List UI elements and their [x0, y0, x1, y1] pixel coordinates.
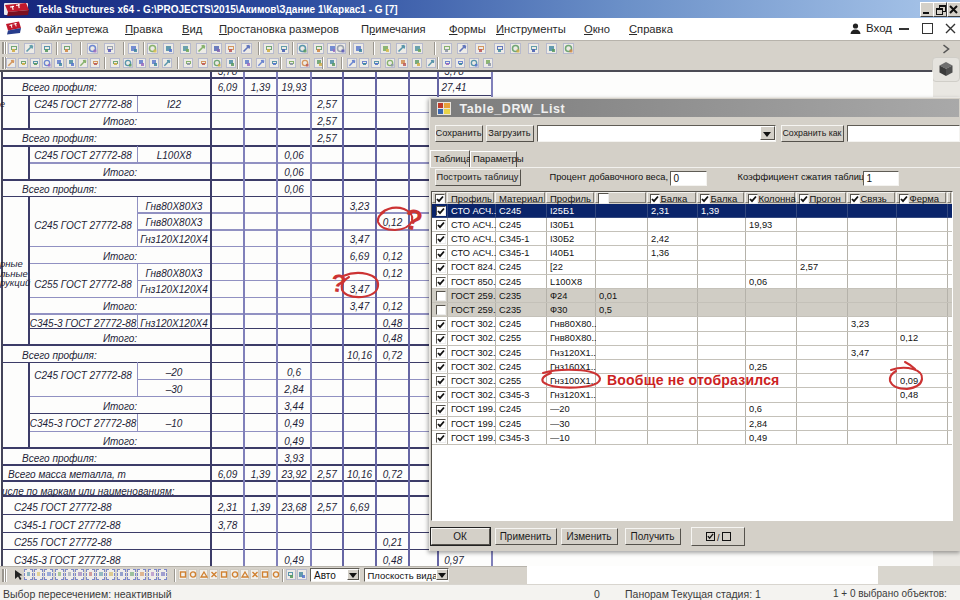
svg-text:?: ?	[401, 202, 425, 237]
